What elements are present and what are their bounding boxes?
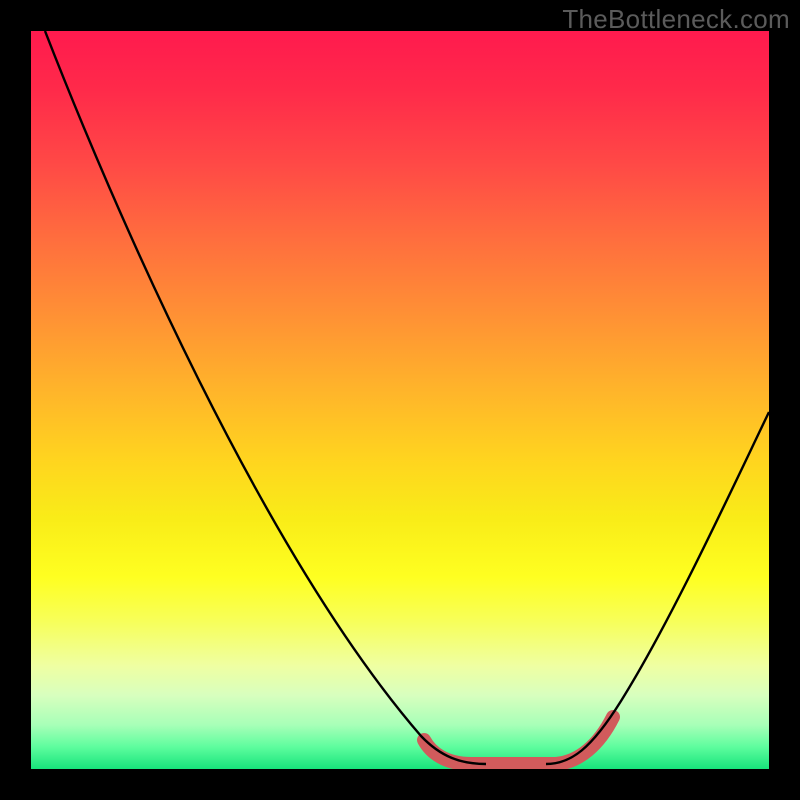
plot-area	[31, 31, 769, 769]
curve-layer	[31, 31, 769, 769]
watermark-text: TheBottleneck.com	[562, 4, 790, 35]
chart-frame: TheBottleneck.com	[0, 0, 800, 800]
right-curve	[546, 412, 769, 764]
left-curve	[45, 31, 486, 764]
